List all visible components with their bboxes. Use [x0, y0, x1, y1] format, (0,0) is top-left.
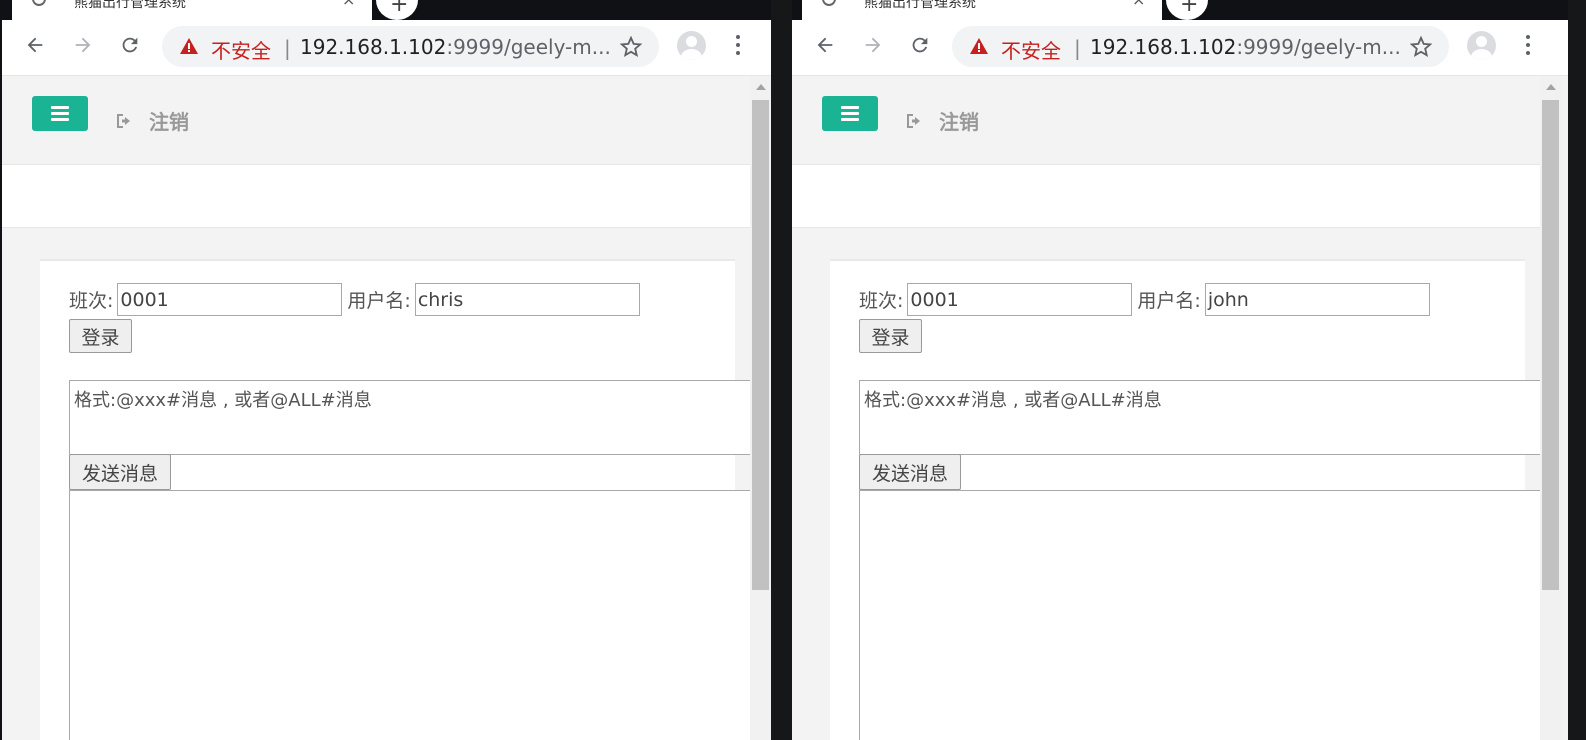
plus-icon: + [390, 0, 409, 17]
logout-label: 注销 [149, 110, 189, 134]
logout-label: 注销 [939, 110, 979, 134]
reload-button[interactable] [115, 30, 145, 60]
reload-button[interactable] [905, 30, 935, 60]
page-header: 注销 [792, 76, 1540, 165]
url-text: 192.168.1.102:9999/geely-m... [300, 35, 611, 59]
forward-arrow-icon [75, 37, 91, 53]
back-button[interactable] [810, 30, 840, 60]
login-button[interactable]: 登录 [859, 319, 922, 353]
tab-title: 熊猫出行管理系统 [74, 0, 186, 11]
username-label: 用户名: [1137, 290, 1201, 312]
new-tab-button[interactable]: + [1166, 0, 1208, 20]
back-arrow-icon [817, 37, 833, 53]
profile-avatar[interactable] [1467, 31, 1496, 60]
reload-icon [912, 37, 928, 53]
browser-tab[interactable]: 熊猫出行管理系统 × [12, 0, 372, 20]
send-message-button[interactable]: 发送消息 [69, 454, 171, 490]
scroll-up-icon[interactable] [756, 84, 766, 90]
warning-icon [970, 38, 988, 54]
forward-button[interactable] [68, 30, 98, 60]
not-secure-label: 不安全 [1001, 39, 1061, 63]
bookmark-star-icon[interactable] [1410, 36, 1432, 58]
tab-strip: 熊猫出行管理系统 × + [792, 0, 1568, 20]
username-input[interactable]: john [1204, 283, 1430, 316]
page-viewport: 注销 班次: 0001 用户名: john 登录 格式:@xxx#消息 , 或者… [792, 76, 1568, 740]
class-label: 班次: [859, 290, 904, 312]
scroll-up-icon[interactable] [1546, 84, 1556, 90]
browser-tab[interactable]: 熊猫出行管理系统 × [802, 0, 1162, 20]
browser-toolbar: 不安全 | 192.168.1.102:9999/geely-m... [2, 20, 771, 76]
username-label: 用户名: [347, 290, 411, 312]
content-band [792, 165, 1540, 228]
globe-icon [822, 0, 836, 6]
sign-out-icon [907, 113, 920, 128]
url-path: :9999/geely-m... [1236, 35, 1401, 59]
back-button[interactable] [20, 30, 50, 60]
warning-icon [180, 38, 198, 54]
message-input[interactable]: 格式:@xxx#消息 , 或者@ALL#消息 [69, 380, 755, 455]
hamburger-menu-button[interactable] [822, 96, 878, 131]
address-bar[interactable]: 不安全 | 192.168.1.102:9999/geely-m... [952, 26, 1449, 67]
tab-close-icon[interactable]: × [1132, 0, 1145, 9]
page-scrollbar[interactable] [750, 76, 771, 740]
sign-out-icon [117, 113, 130, 128]
forward-button[interactable] [858, 30, 888, 60]
class-input[interactable]: 0001 [117, 283, 343, 316]
logout-link[interactable]: 注销 [115, 106, 189, 135]
page-header: 注销 [2, 76, 750, 165]
scroll-thumb[interactable] [1542, 100, 1559, 590]
forward-arrow-icon [865, 37, 881, 53]
message-log[interactable] [859, 490, 1545, 740]
message-input[interactable]: 格式:@xxx#消息 , 或者@ALL#消息 [859, 380, 1545, 455]
window-divider [771, 0, 792, 740]
page-viewport: 注销 班次: 0001 用户名: chris 登录 格式:@xxx#消息 , 或… [2, 76, 771, 740]
address-separator: | [284, 36, 291, 60]
kebab-menu-icon[interactable] [1526, 35, 1532, 57]
content-band [2, 165, 750, 228]
send-row [859, 454, 1545, 491]
globe-icon [32, 0, 46, 6]
tab-close-icon[interactable]: × [342, 0, 355, 9]
chat-panel: 班次: 0001 用户名: john 登录 格式:@xxx#消息 , 或者@AL… [830, 259, 1545, 740]
reload-icon [122, 37, 138, 53]
bookmark-star-icon[interactable] [620, 36, 642, 58]
username-input[interactable]: chris [414, 283, 640, 316]
address-separator: | [1074, 36, 1081, 60]
login-row: 班次: 0001 用户名: chris [69, 283, 645, 316]
tab-strip: 熊猫出行管理系统 × + [2, 0, 771, 20]
chat-panel: 班次: 0001 用户名: chris 登录 格式:@xxx#消息 , 或者@A… [40, 259, 755, 740]
new-tab-button[interactable]: + [376, 0, 418, 20]
tab-title: 熊猫出行管理系统 [864, 0, 976, 11]
browser-window-right: 熊猫出行管理系统 × + 不安全 | 192.168.1.102:9999/ge… [792, 0, 1568, 740]
login-button[interactable]: 登录 [69, 319, 132, 353]
class-label: 班次: [69, 290, 114, 312]
not-secure-label: 不安全 [211, 39, 271, 63]
login-row: 班次: 0001 用户名: john [859, 283, 1435, 316]
message-log[interactable] [69, 490, 755, 740]
class-input[interactable]: 0001 [907, 283, 1133, 316]
hamburger-menu-button[interactable] [32, 96, 88, 131]
browser-window-left: 熊猫出行管理系统 × + 不安全 | 192.168.1.102:9999/ge… [2, 0, 771, 740]
kebab-menu-icon[interactable] [736, 35, 742, 57]
url-host: 192.168.1.102 [300, 35, 447, 59]
logout-link[interactable]: 注销 [905, 106, 979, 135]
send-row [69, 454, 755, 491]
page-scrollbar[interactable] [1540, 76, 1561, 740]
url-text: 192.168.1.102:9999/geely-m... [1090, 35, 1401, 59]
profile-avatar[interactable] [677, 31, 706, 60]
url-host: 192.168.1.102 [1090, 35, 1237, 59]
screen-edge [1568, 0, 1586, 740]
back-arrow-icon [27, 37, 43, 53]
plus-icon: + [1180, 0, 1199, 17]
address-bar[interactable]: 不安全 | 192.168.1.102:9999/geely-m... [162, 26, 659, 67]
browser-toolbar: 不安全 | 192.168.1.102:9999/geely-m... [792, 20, 1568, 76]
send-message-button[interactable]: 发送消息 [859, 454, 961, 490]
url-path: :9999/geely-m... [446, 35, 611, 59]
scroll-thumb[interactable] [752, 100, 769, 590]
